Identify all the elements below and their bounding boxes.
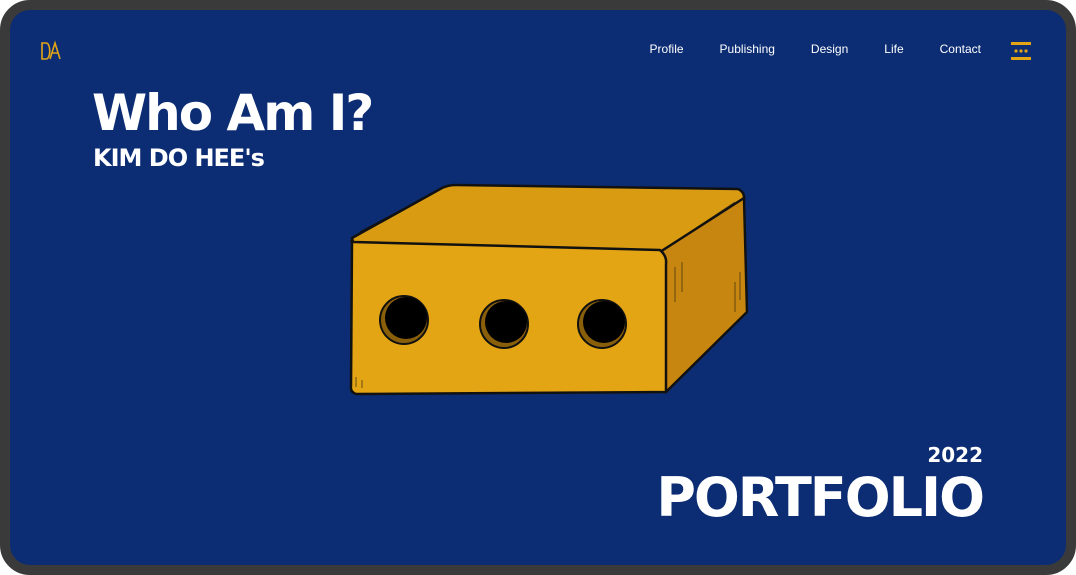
hero-subhead: KIM DO HEE's bbox=[93, 144, 265, 172]
hero-headline: Who Am I? bbox=[92, 84, 374, 142]
nav-item-design[interactable]: Design bbox=[811, 42, 848, 56]
portfolio-year: 2022 bbox=[927, 443, 983, 467]
da-monogram-icon[interactable] bbox=[40, 40, 62, 62]
portfolio-title: PORTFOLIO bbox=[656, 466, 985, 529]
hamburger-menu-icon[interactable] bbox=[1010, 41, 1032, 61]
nav-item-life[interactable]: Life bbox=[884, 42, 903, 56]
portfolio-page: Profile Publishing Design Life Contact W… bbox=[0, 0, 1076, 575]
nav-item-publishing[interactable]: Publishing bbox=[720, 42, 775, 56]
nav-item-profile[interactable]: Profile bbox=[650, 42, 684, 56]
main-nav: Profile Publishing Design Life Contact bbox=[614, 42, 981, 56]
nav-item-contact[interactable]: Contact bbox=[940, 42, 981, 56]
brick-icon bbox=[349, 183, 749, 396]
